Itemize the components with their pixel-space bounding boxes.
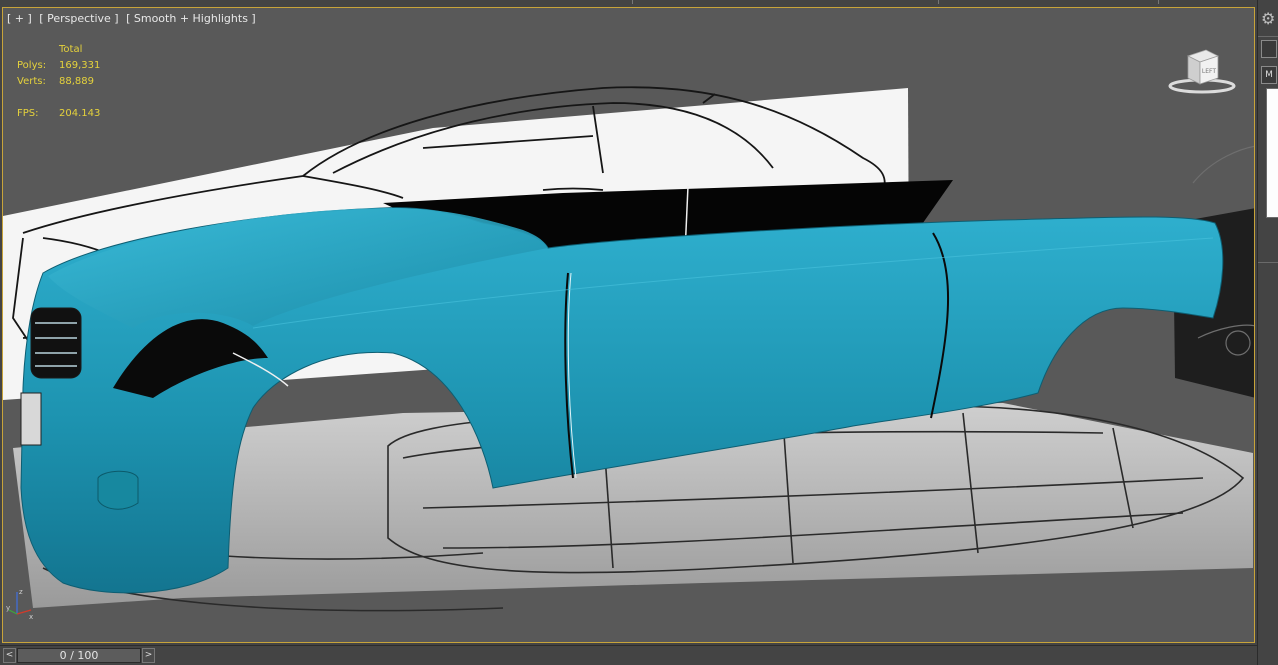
prev-frame-button[interactable]: < bbox=[3, 648, 16, 663]
perspective-viewport[interactable]: [ + ] [ Perspective ] [ Smooth + Highlig… bbox=[2, 7, 1255, 643]
top-divider bbox=[632, 0, 633, 4]
gizmo-z-label: z bbox=[19, 588, 23, 596]
panel-divider bbox=[1258, 262, 1278, 263]
gizmo-y-label: y bbox=[6, 604, 10, 612]
modifier-list-dropdown[interactable]: M bbox=[1261, 66, 1277, 84]
fps-label: FPS: bbox=[17, 108, 39, 119]
stats-header: Total bbox=[59, 44, 83, 55]
fog-light-recess bbox=[97, 470, 139, 510]
top-divider bbox=[938, 0, 939, 4]
time-slider[interactable]: 0 / 100 bbox=[17, 648, 141, 663]
viewport-menu-shading[interactable]: [ Smooth + Highlights ] bbox=[126, 12, 256, 25]
axis-gizmo-icon: z y x bbox=[6, 588, 33, 620]
viewcube-face-label: LEFT bbox=[1202, 68, 1216, 75]
top-divider bbox=[1158, 0, 1159, 4]
viewport-scene[interactable] bbox=[3, 8, 1255, 643]
polys-label: Polys: bbox=[17, 60, 47, 71]
gizmo-x-label: x bbox=[29, 613, 33, 620]
panel-divider bbox=[1258, 36, 1278, 37]
viewport-menu-plus[interactable]: [ + ] bbox=[7, 12, 32, 25]
gear-icon[interactable]: ⚙ bbox=[1261, 11, 1275, 27]
viewport-label[interactable]: [ + ] [ Perspective ] [ Smooth + Highlig… bbox=[7, 12, 260, 25]
verts-label: Verts: bbox=[17, 76, 46, 87]
max-application: [ + ] [ Perspective ] [ Smooth + Highlig… bbox=[0, 0, 1278, 665]
next-frame-button[interactable]: > bbox=[142, 648, 155, 663]
command-panel: ⚙ M bbox=[1257, 0, 1278, 665]
fps-value: 204.143 bbox=[59, 108, 101, 119]
front-grille bbox=[30, 307, 82, 379]
verts-value: 88,889 bbox=[59, 76, 94, 87]
viewcube-icon[interactable]: LEFT bbox=[1166, 46, 1236, 96]
license-plate bbox=[20, 392, 42, 446]
time-slider-bar: < 0 / 100 > bbox=[0, 645, 1257, 665]
modifier-stack-list[interactable] bbox=[1266, 88, 1278, 218]
polys-value: 169,331 bbox=[59, 60, 101, 71]
viewport-statistics: Total Polys: 169,331 Verts: 88,889 FPS: … bbox=[17, 42, 119, 122]
panel-checkbox[interactable] bbox=[1261, 40, 1277, 58]
viewport-menu-perspective[interactable]: [ Perspective ] bbox=[39, 12, 118, 25]
